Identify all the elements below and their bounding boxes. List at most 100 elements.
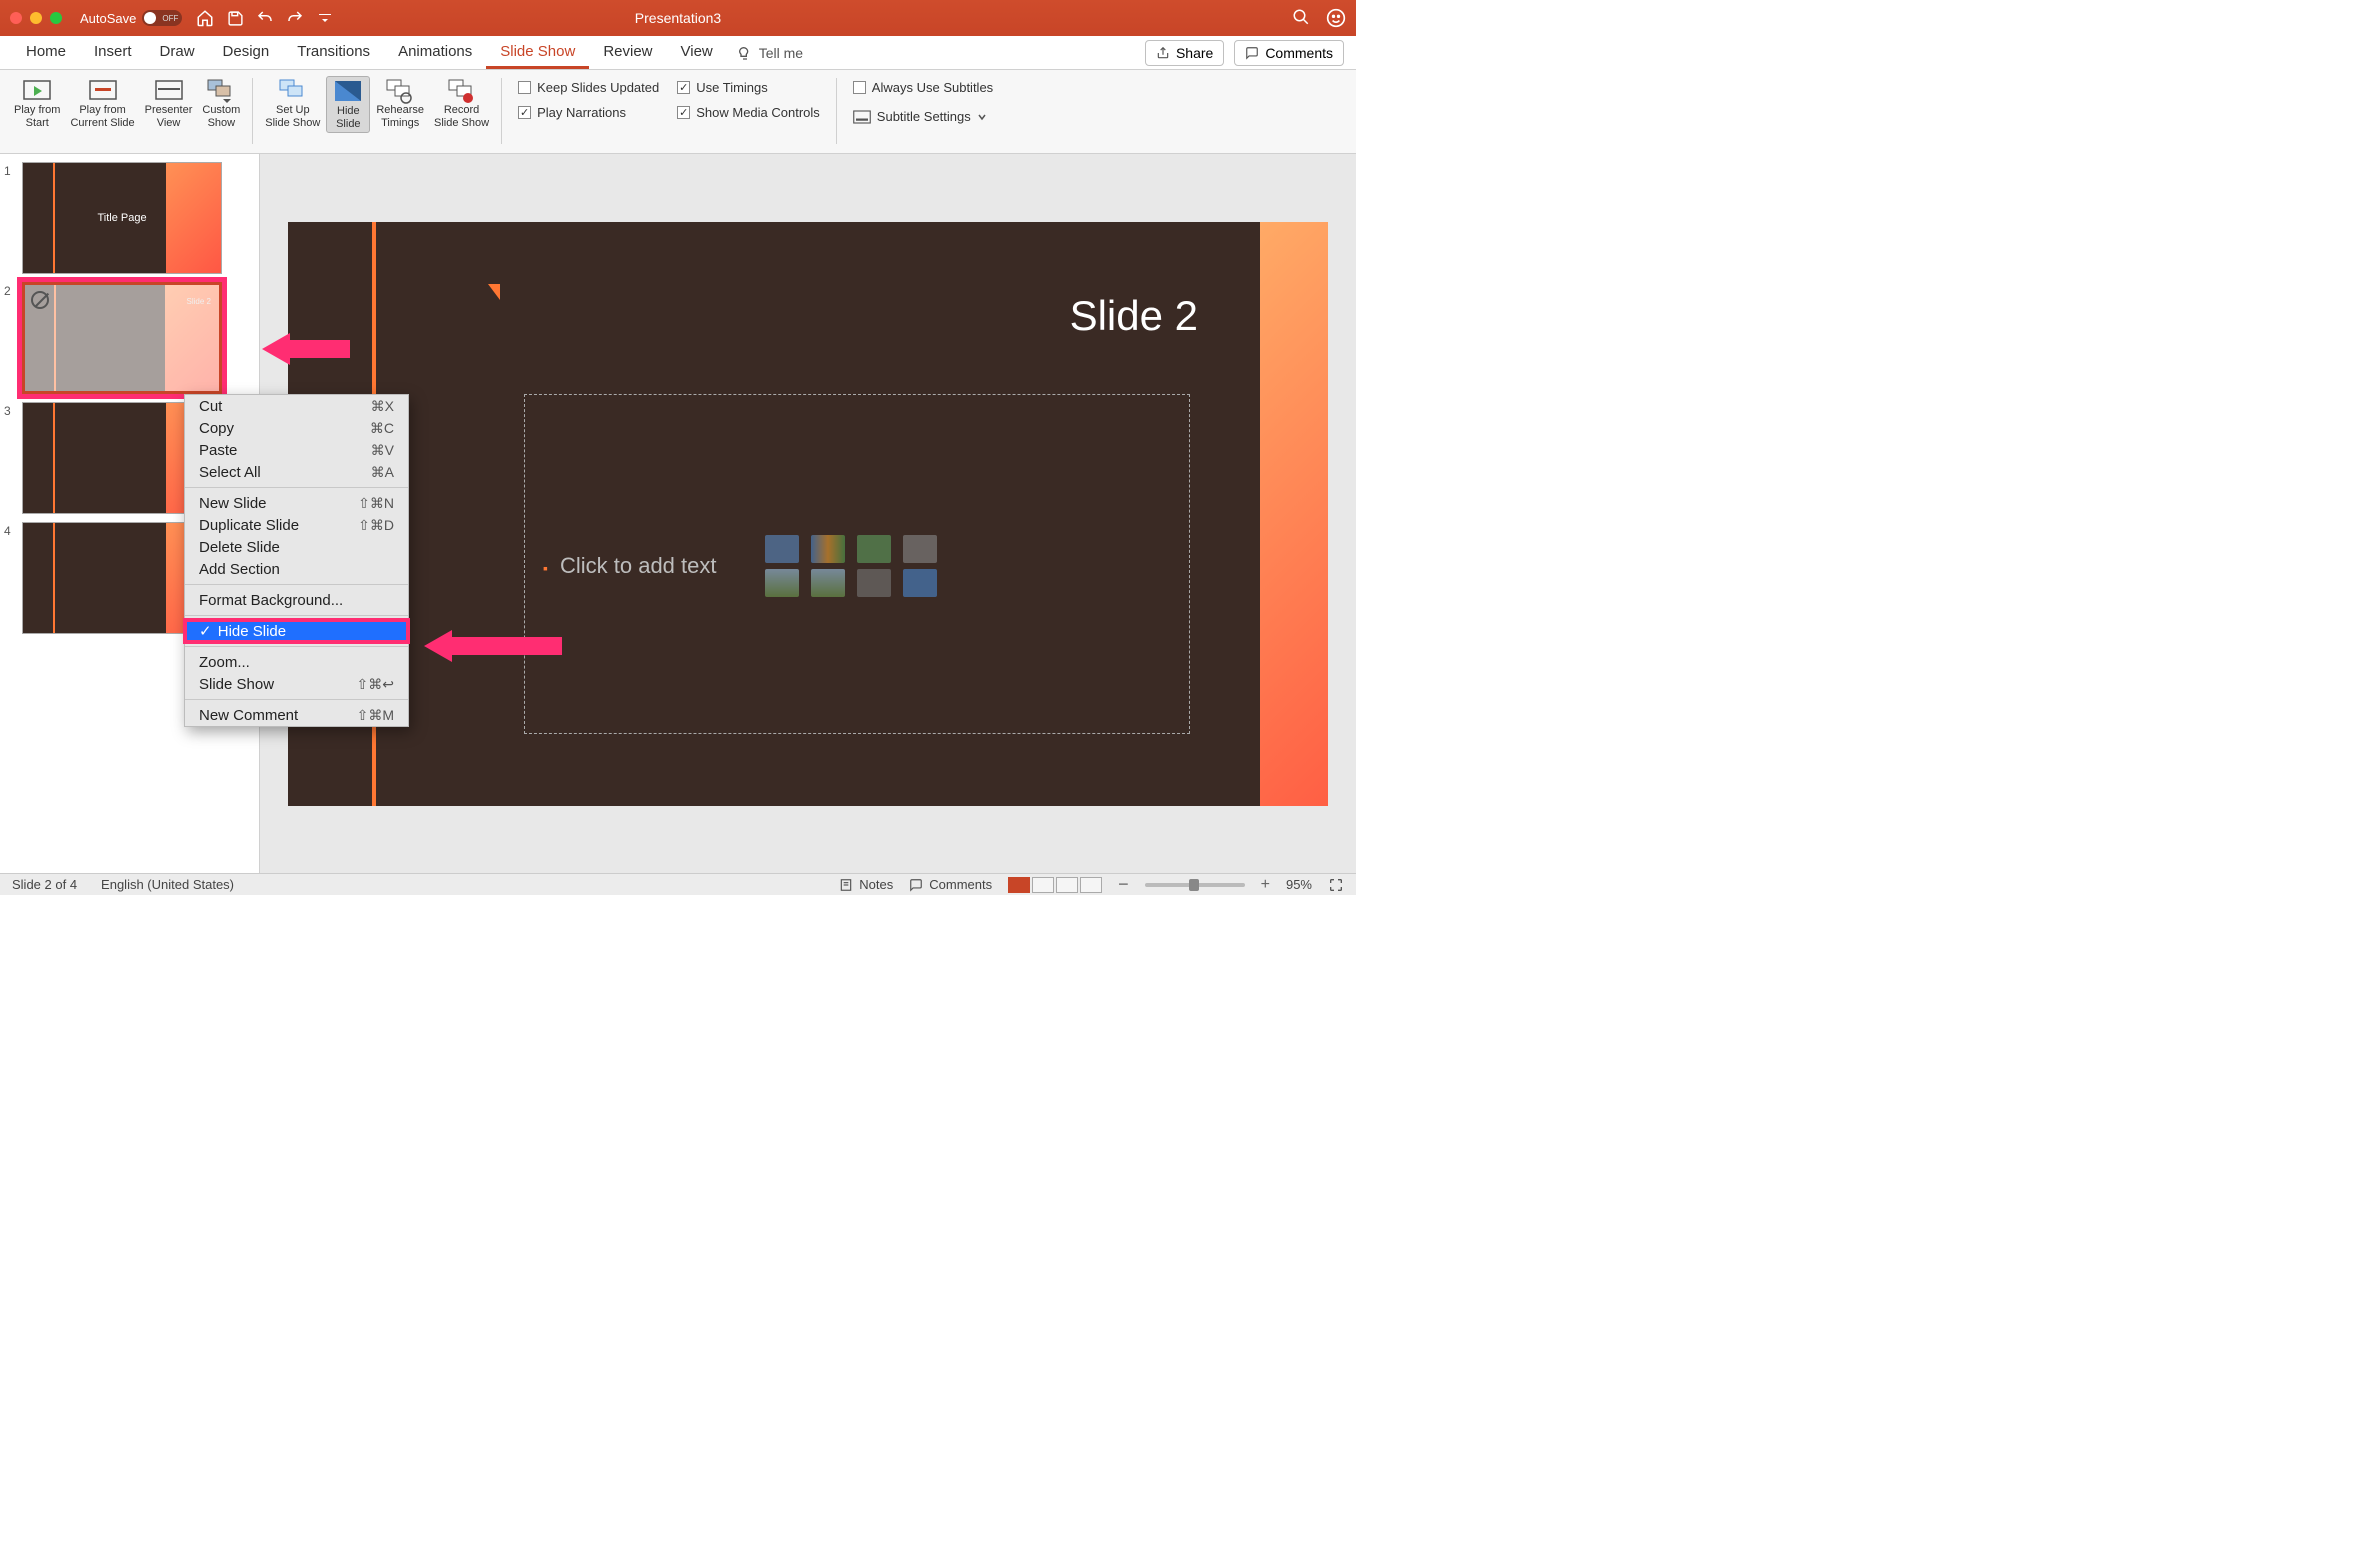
title-bar: AutoSave OFF Presentation3 — [0, 0, 1356, 36]
ribbon-tab-transitions[interactable]: Transitions — [283, 37, 384, 69]
insert-chart-icon[interactable] — [811, 535, 845, 563]
presenter-view-button[interactable]: PresenterView — [141, 76, 197, 131]
status-bar: Slide 2 of 4 English (United States) Not… — [0, 873, 1356, 895]
thumb-number: 3 — [4, 402, 16, 418]
account-icon[interactable] — [1326, 8, 1346, 28]
rehearse-timings-button[interactable]: RehearseTimings — [372, 76, 428, 131]
close-window-button[interactable] — [10, 12, 22, 24]
insert-table-icon[interactable] — [765, 535, 799, 563]
menu-item-add-section[interactable]: Add Section — [185, 558, 408, 580]
slide-title[interactable]: Slide 2 — [1070, 292, 1198, 340]
redo-icon[interactable] — [286, 9, 304, 27]
zoom-slider[interactable] — [1145, 883, 1245, 887]
save-icon[interactable] — [226, 9, 244, 27]
ribbon-tabs: HomeInsertDrawDesignTransitionsAnimation… — [0, 36, 1356, 70]
language-indicator[interactable]: English (United States) — [101, 877, 234, 892]
minimize-window-button[interactable] — [30, 12, 42, 24]
undo-icon[interactable] — [256, 9, 274, 27]
notes-icon — [839, 878, 853, 892]
slideshow-view-button[interactable] — [1080, 877, 1102, 893]
set-up-slide-show-button[interactable]: Set UpSlide Show — [261, 76, 324, 131]
insert-online-picture-icon[interactable] — [811, 569, 845, 597]
insert-video-icon[interactable] — [857, 569, 891, 597]
lightbulb-icon — [737, 45, 753, 61]
zoom-out-button[interactable]: − — [1118, 874, 1129, 895]
ribbon-tab-home[interactable]: Home — [12, 37, 80, 69]
slide-corner-shape — [488, 284, 500, 300]
subtitle-icon — [853, 110, 871, 124]
menu-item-slide-show[interactable]: Slide Show⇧⌘↩ — [185, 673, 408, 695]
comments-button[interactable]: Comments — [1234, 40, 1344, 66]
show-media-controls-checkbox[interactable]: Show Media Controls — [677, 105, 820, 120]
ribbon-tab-slide-show[interactable]: Slide Show — [486, 37, 589, 69]
comments-icon — [909, 878, 923, 892]
always-use-subtitles-checkbox[interactable]: Always Use Subtitles — [853, 80, 993, 95]
content-placeholder[interactable]: Click to add text — [524, 394, 1190, 734]
menu-item-delete-slide[interactable]: Delete Slide — [185, 536, 408, 558]
thumb-number: 4 — [4, 522, 16, 538]
menu-item-hide-slide[interactable]: Hide Slide — [185, 620, 408, 642]
ribbon-tab-review[interactable]: Review — [589, 37, 666, 69]
reading-view-button[interactable] — [1056, 877, 1078, 893]
share-button[interactable]: Share — [1145, 40, 1224, 66]
zoom-level[interactable]: 95% — [1286, 877, 1312, 892]
sorter-view-button[interactable] — [1032, 877, 1054, 893]
autosave-switch[interactable]: OFF — [142, 10, 182, 26]
ribbon-tab-insert[interactable]: Insert — [80, 37, 146, 69]
chevron-down-icon — [977, 112, 987, 122]
zoom-in-button[interactable]: + — [1261, 876, 1270, 894]
hidden-slide-indicator — [25, 285, 219, 391]
fit-to-window-button[interactable] — [1328, 877, 1344, 893]
menu-item-zoom[interactable]: Zoom... — [185, 651, 408, 673]
content-insert-icons — [765, 535, 943, 597]
slide-counter[interactable]: Slide 2 of 4 — [12, 877, 77, 892]
play-narrations-checkbox[interactable]: Play Narrations — [518, 105, 659, 120]
more-qat-icon[interactable] — [316, 9, 334, 27]
menu-item-copy[interactable]: Copy⌘C — [185, 417, 408, 439]
normal-view-button[interactable] — [1008, 877, 1030, 893]
hidden-icon — [31, 291, 49, 309]
document-title: Presentation3 — [635, 10, 721, 26]
menu-separator — [185, 615, 408, 616]
insert-icon-icon[interactable] — [903, 569, 937, 597]
thumbnail-context-menu: Cut⌘XCopy⌘CPaste⌘VSelect All⌘A New Slide⇧… — [184, 394, 409, 727]
menu-separator — [185, 646, 408, 647]
menu-separator — [185, 699, 408, 700]
insert-smartart-icon[interactable] — [857, 535, 891, 563]
menu-item-new-comment[interactable]: New Comment⇧⌘M — [185, 704, 408, 726]
menu-item-new-slide[interactable]: New Slide⇧⌘N — [185, 492, 408, 514]
custom-show-button[interactable]: CustomShow — [198, 76, 244, 131]
insert-picture-icon[interactable] — [765, 569, 799, 597]
play-from-start-button[interactable]: Play fromStart — [10, 76, 64, 131]
slide-thumbnail-1[interactable]: Title Page — [22, 162, 222, 274]
ribbon-tab-animations[interactable]: Animations — [384, 37, 486, 69]
notes-toggle[interactable]: Notes — [839, 877, 893, 892]
ribbon-body: Play fromStartPlay fromCurrent SlidePres… — [0, 70, 1356, 154]
slide-gradient-panel — [1260, 222, 1328, 806]
home-icon[interactable] — [196, 9, 214, 27]
autosave-toggle[interactable]: AutoSave OFF — [80, 10, 182, 26]
play-from-current-slide-button[interactable]: Play fromCurrent Slide — [66, 76, 138, 131]
menu-item-format-background[interactable]: Format Background... — [185, 589, 408, 611]
slide-canvas[interactable]: Slide 2 Click to add text — [288, 222, 1328, 806]
subtitle-settings-dropdown[interactable]: Subtitle Settings — [853, 109, 993, 124]
keep-slides-updated-checkbox[interactable]: Keep Slides Updated — [518, 80, 659, 95]
search-icon[interactable] — [1292, 8, 1310, 28]
insert-3d-icon[interactable] — [903, 535, 937, 563]
tell-me-search[interactable]: Tell me — [737, 45, 803, 61]
menu-item-duplicate-slide[interactable]: Duplicate Slide⇧⌘D — [185, 514, 408, 536]
slide-canvas-area: Slide 2 Click to add text — [260, 154, 1356, 873]
ribbon-tab-design[interactable]: Design — [209, 37, 284, 69]
maximize-window-button[interactable] — [50, 12, 62, 24]
comments-toggle[interactable]: Comments — [909, 877, 992, 892]
ribbon-tab-draw[interactable]: Draw — [146, 37, 209, 69]
menu-item-paste[interactable]: Paste⌘V — [185, 439, 408, 461]
use-timings-checkbox[interactable]: Use Timings — [677, 80, 820, 95]
menu-item-select-all[interactable]: Select All⌘A — [185, 461, 408, 483]
record-slide-show-button[interactable]: RecordSlide Show — [430, 76, 493, 131]
hide-slide-button[interactable]: HideSlide — [326, 76, 370, 133]
slide-thumbnail-2[interactable]: Slide 2 — [22, 282, 222, 394]
ribbon-divider — [836, 78, 837, 144]
menu-item-cut[interactable]: Cut⌘X — [185, 395, 408, 417]
ribbon-tab-view[interactable]: View — [667, 37, 727, 69]
